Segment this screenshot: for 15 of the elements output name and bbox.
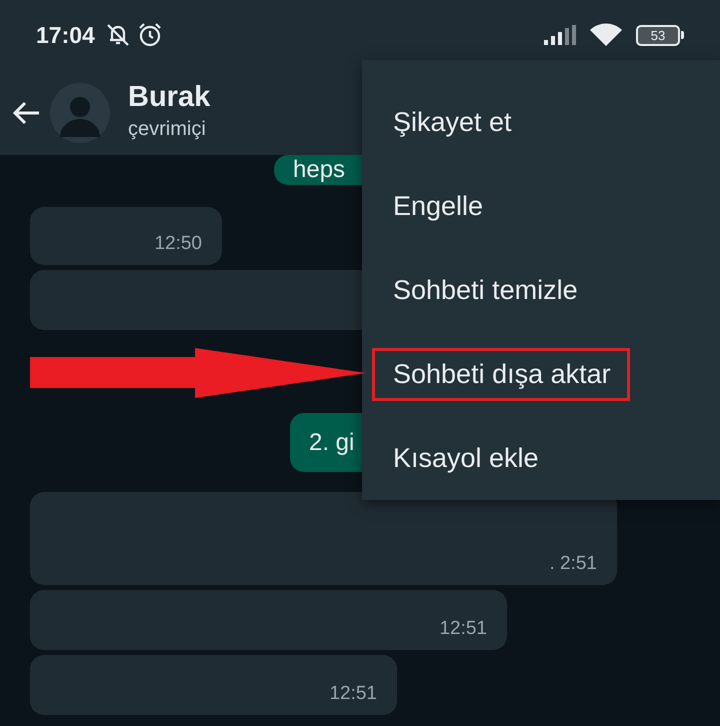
menu-item[interactable]: Sohbeti temizle xyxy=(372,264,597,316)
received-message: 12:51 xyxy=(30,590,507,650)
alarm-clock-icon xyxy=(136,22,163,48)
contact-name: Burak xyxy=(128,80,210,114)
menu-item[interactable]: Sohbeti dışa aktar xyxy=(372,348,630,400)
received-message: . 2:51 xyxy=(30,492,617,585)
menu-item[interactable]: Şikayet et xyxy=(372,96,531,148)
wifi-icon xyxy=(590,23,622,47)
back-arrow-icon[interactable] xyxy=(12,100,40,124)
signal-icon xyxy=(544,25,576,45)
received-message: 12:50 xyxy=(30,207,222,265)
online-status: çevrimiçi xyxy=(128,118,207,140)
received-message: 12:51 xyxy=(30,655,397,715)
muted-bell-icon xyxy=(104,22,131,48)
clock-time: 17:04 xyxy=(36,22,95,48)
